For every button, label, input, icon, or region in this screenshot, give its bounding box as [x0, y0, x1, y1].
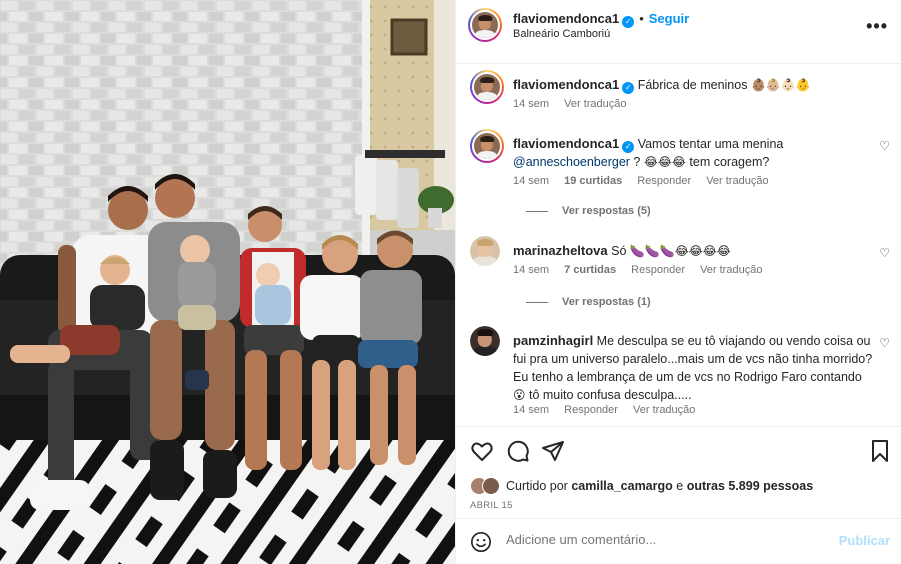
comment-emojis: 🍆🍆🍆😂😂😂😂 [629, 244, 731, 258]
family-photo-illustration [0, 0, 455, 564]
reply-link[interactable]: Responder [631, 264, 685, 276]
verified-badge-icon: ✓ [622, 82, 635, 94]
comment-text: marinazheltova Só 🍆🍆🍆😂😂😂😂 [513, 242, 873, 260]
liked-by-others[interactable]: outras 5.899 pessoas [687, 479, 813, 493]
commenter-avatar[interactable] [470, 129, 504, 163]
translate-link[interactable]: Ver tradução [706, 175, 768, 187]
comment-text: pamzinhagirl Me desculpa se eu tô viajan… [513, 332, 873, 404]
post-date[interactable]: ABRIL 15 [470, 500, 513, 511]
view-replies-label: Ver respostas (5) [562, 205, 651, 217]
replies-divider [526, 301, 548, 303]
comment-time[interactable]: 14 sem [513, 264, 549, 276]
comment-text: flaviomendonca1 ✓ Fábrica de meninos 👶🏽👶🏼… [513, 76, 873, 94]
comment-item: pamzinhagirl Me desculpa se eu tô viajan… [470, 326, 890, 426]
comment-item: flaviomendonca1 ✓ Vamos tentar uma menina… [470, 129, 890, 209]
comment-emojis: 😂😂😂 [643, 155, 686, 169]
instagram-post-view: flaviomendonca1 ✓ • Seguir Balneário Cambor… [0, 0, 901, 564]
emoji-icon[interactable] [470, 531, 492, 553]
liked-by-prefix: Curtido por [506, 479, 568, 493]
reply-link[interactable]: Responder [564, 404, 618, 416]
verified-badge-icon: ✓ [622, 141, 635, 153]
liked-by-middle: e [676, 479, 684, 493]
comment-meta: 14 sem Responder Ver tradução [513, 404, 707, 416]
comment-username[interactable]: flaviomendonca1 [513, 77, 619, 92]
replies-divider [526, 210, 548, 212]
comment-input[interactable] [506, 532, 806, 547]
post-side-panel: flaviomendonca1 ✓ • Seguir Balneário Cambor… [455, 0, 901, 564]
publish-button[interactable]: Publicar [839, 533, 890, 548]
reply-link[interactable]: Responder [637, 175, 691, 187]
comment-username[interactable]: marinazheltova [513, 243, 608, 258]
comment-body: Fábrica de meninos [637, 78, 748, 92]
liker-avatar[interactable] [482, 477, 500, 495]
post-location[interactable]: Balneário Camboriú [513, 28, 610, 40]
comment-time[interactable]: 14 sem [513, 404, 549, 416]
more-options-icon[interactable]: ••• [866, 16, 888, 37]
comment-text: flaviomendonca1 ✓ Vamos tentar uma menina… [513, 135, 873, 171]
author-avatar[interactable] [468, 8, 502, 42]
view-replies-button[interactable]: Ver respostas (5) [526, 205, 651, 217]
comment-mention[interactable]: @anneschoenberger [513, 155, 630, 169]
comment-likes[interactable]: 7 curtidas [564, 264, 616, 276]
comments-list[interactable]: flaviomendonca1 ✓ Fábrica de meninos 👶🏽👶🏼… [456, 64, 901, 426]
comment-body: Só [611, 244, 627, 258]
author-username[interactable]: flaviomendonca1 [513, 11, 619, 26]
view-replies-label: Ver respostas (1) [562, 296, 651, 308]
comment-username[interactable]: pamzinhagirl [513, 333, 593, 348]
comment-like-heart-icon[interactable]: ♡ [879, 336, 890, 350]
post-actions: Curtido por camilla_camargo e outras 5.8… [456, 426, 901, 518]
bookmark-icon[interactable] [868, 439, 892, 463]
comment-time[interactable]: 14 sem [513, 98, 549, 110]
comment-meta: 14 sem 19 curtidas Responder Ver traduçã… [513, 175, 781, 187]
comment-username[interactable]: flaviomendonca1 [513, 136, 619, 151]
translate-link[interactable]: Ver tradução [633, 404, 695, 416]
comment-likes[interactable]: 19 curtidas [564, 175, 622, 187]
dot-separator: • [639, 11, 644, 26]
liked-by-user[interactable]: camilla_camargo [571, 479, 672, 493]
translate-link[interactable]: Ver tradução [700, 264, 762, 276]
add-comment-bar: Publicar [456, 518, 901, 564]
comment-body: Vamos tentar uma menina [637, 137, 784, 151]
comment-emojis: 😮 [513, 388, 526, 402]
comment-like-heart-icon[interactable]: ♡ [879, 246, 890, 260]
comment-meta: 14 sem 7 curtidas Responder Ver tradução [513, 264, 774, 276]
commenter-avatar[interactable] [470, 236, 500, 266]
commenter-avatar[interactable] [470, 326, 500, 356]
header-author-line: flaviomendonca1 ✓ • Seguir [513, 11, 689, 28]
verified-badge-icon: ✓ [622, 16, 635, 28]
translate-link[interactable]: Ver tradução [564, 98, 626, 110]
post-header: flaviomendonca1 ✓ • Seguir Balneário Cambor… [456, 0, 901, 64]
comment-icon[interactable] [506, 439, 530, 463]
comment-body-cont: ? [633, 155, 641, 169]
share-icon[interactable] [541, 439, 565, 463]
comment-time[interactable]: 14 sem [513, 175, 549, 187]
liked-by: Curtido por camilla_camargo e outras 5.8… [506, 479, 813, 493]
post-photo[interactable] [0, 0, 455, 564]
comment-emojis: 👶🏽👶🏼👶🏻👶 [750, 78, 811, 92]
comment-body-end: tem coragem? [689, 155, 770, 169]
commenter-avatar[interactable] [470, 70, 504, 104]
view-replies-button[interactable]: Ver respostas (1) [526, 296, 651, 308]
comment-body-end: tô muito confusa desculpa..... [529, 388, 692, 402]
follow-button[interactable]: Seguir [649, 11, 689, 26]
heart-icon[interactable] [470, 439, 494, 463]
comment-item: marinazheltova Só 🍆🍆🍆😂😂😂😂 ♡ 14 sem 7 cur… [470, 236, 890, 291]
comment-meta: 14 sem Ver tradução [513, 98, 639, 110]
comment-like-heart-icon[interactable]: ♡ [879, 139, 890, 153]
caption-comment: flaviomendonca1 ✓ Fábrica de meninos 👶🏽👶🏼… [470, 70, 890, 120]
